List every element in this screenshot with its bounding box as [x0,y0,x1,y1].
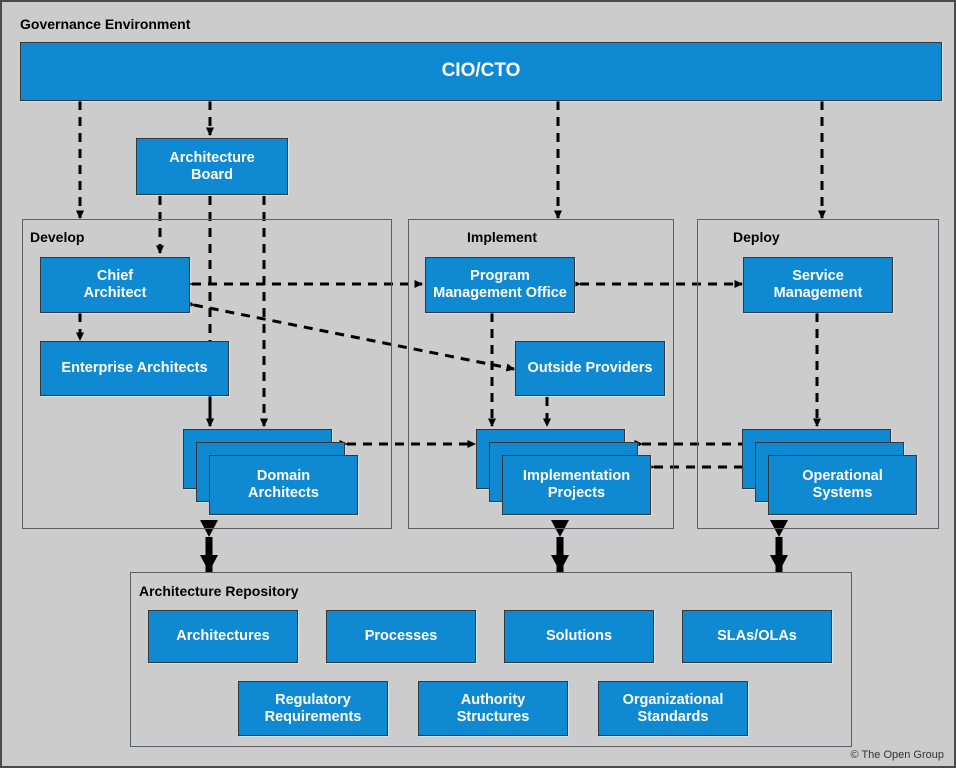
box-processes-label: Processes [364,628,438,645]
box-implementation-projects[interactable]: Implementation Projects [502,455,651,515]
box-authority-structures-label: Authority Structures [456,691,530,725]
box-cio-cto-label: CIO/CTO [441,60,521,82]
box-slas-olas-label: SLAs/OLAs [717,628,797,645]
governance-environment-title: Governance Environment [20,16,191,32]
box-architecture-board[interactable]: Architecture Board [136,138,288,195]
box-cio-cto[interactable]: CIO/CTO [20,42,942,101]
box-authority-structures[interactable]: Authority Structures [418,681,568,736]
box-architecture-board-label: Architecture Board [169,149,255,183]
box-processes[interactable]: Processes [326,610,476,663]
box-service-management[interactable]: Service Management [743,257,893,313]
panel-implement-title: Implement [467,229,538,245]
box-architectures-label: Architectures [176,628,270,645]
box-chief-architect-label: Chief Architect [83,268,147,301]
box-organizational-standards-label: Organizational Standards [622,691,724,725]
box-operational-systems-label: Operational Systems [802,468,883,501]
box-enterprise-architects[interactable]: Enterprise Architects [40,341,229,396]
box-architectures[interactable]: Architectures [148,610,298,663]
box-regulatory-requirements[interactable]: Regulatory Requirements [238,681,388,736]
box-slas-olas[interactable]: SLAs/OLAs [682,610,832,663]
box-solutions[interactable]: Solutions [504,610,654,663]
box-chief-architect[interactable]: Chief Architect [40,257,190,313]
panel-deploy-title: Deploy [733,229,780,245]
box-implementation-projects-label: Implementation Projects [522,468,631,501]
repository-connectors [200,520,788,572]
panel-architecture-repository-title: Architecture Repository [139,583,299,599]
box-outside-providers[interactable]: Outside Providers [515,341,665,396]
box-regulatory-requirements-label: Regulatory Requirements [264,691,362,725]
box-outside-providers-label: Outside Providers [527,360,653,377]
box-solutions-label: Solutions [545,628,613,645]
box-domain-architects[interactable]: Domain Architects [209,455,358,515]
panel-develop-title: Develop [30,229,85,245]
governance-diagram: Governance Environment CIO/CTO Architect… [0,0,956,768]
box-organizational-standards[interactable]: Organizational Standards [598,681,748,736]
box-program-management-office[interactable]: Program Management Office [425,257,575,313]
box-service-management-label: Service Management [773,268,863,301]
copyright-notice: © The Open Group [850,749,944,761]
box-program-management-office-label: Program Management Office [433,268,567,301]
box-operational-systems[interactable]: Operational Systems [768,455,917,515]
box-enterprise-architects-label: Enterprise Architects [61,360,208,377]
box-domain-architects-label: Domain Architects [248,468,319,501]
